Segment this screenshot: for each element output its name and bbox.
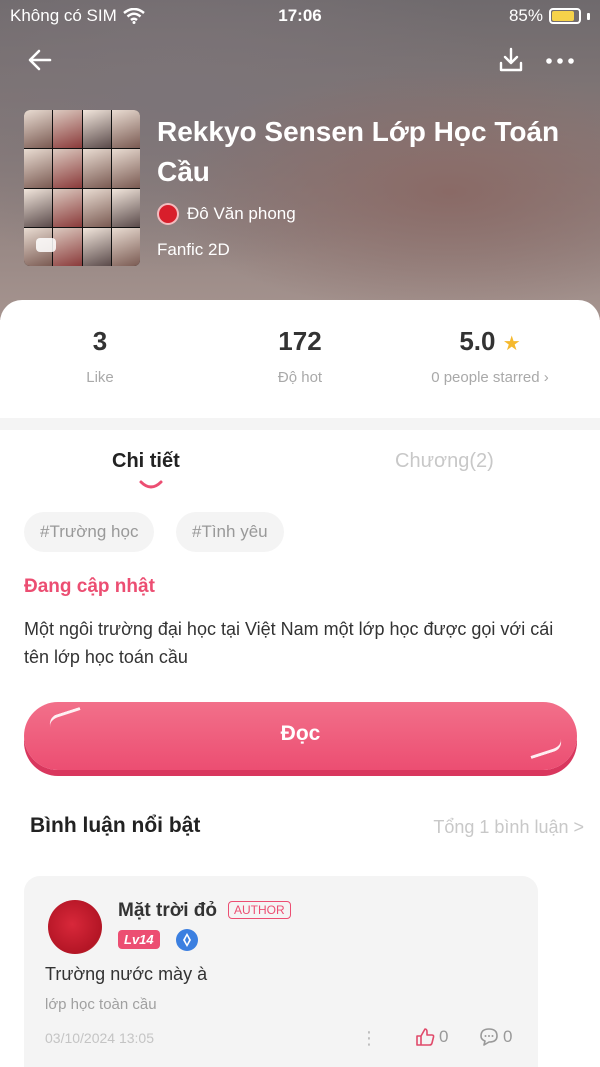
book-title: Rekkyo Sensen Lớp Học Toán Cầu xyxy=(157,116,560,187)
comment-subtext: lớp học toàn cầu xyxy=(45,996,157,1013)
comment-icon xyxy=(480,1028,498,1046)
reply-count: 0 xyxy=(503,1027,513,1046)
likes-label: Like xyxy=(86,369,114,386)
stat-hot: 172 Độ hot xyxy=(200,326,400,386)
like-button[interactable]: 0 xyxy=(414,1026,448,1048)
stat-likes: 3 Like xyxy=(0,326,200,386)
comments-heading: Bình luận nổi bật xyxy=(30,814,201,837)
comment-date: 03/10/2024 13:05 xyxy=(45,1030,154,1046)
reply-button[interactable]: 0 xyxy=(478,1026,512,1048)
download-icon[interactable] xyxy=(496,44,526,76)
update-status: Đang cập nhật xyxy=(24,576,155,597)
more-horizontal-icon[interactable] xyxy=(542,44,578,76)
book-cover[interactable] xyxy=(24,110,140,266)
likes-count: 3 xyxy=(92,326,108,356)
book-genre: Fanfic 2D xyxy=(157,240,230,259)
book-description: Một ngôi trường đại học tại Việt Nam một… xyxy=(24,619,554,667)
tag-love[interactable]: #Tình yêu xyxy=(176,512,284,552)
section-divider xyxy=(0,418,600,430)
read-button[interactable]: Đọc xyxy=(24,702,577,770)
thumbs-up-icon xyxy=(416,1028,435,1046)
author-name: Đô Văn phong xyxy=(187,204,296,223)
stats-card: 3 Like 172 Độ hot 5.0 ★ 0 people starred… xyxy=(0,300,600,418)
comment-text: Trường nước mày à xyxy=(45,964,208,984)
avatar[interactable] xyxy=(48,900,102,954)
tab-detail[interactable]: Chi tiết xyxy=(112,450,180,473)
like-count: 0 xyxy=(439,1027,449,1046)
hot-label: Độ hot xyxy=(277,369,323,386)
read-button-label: Đọc xyxy=(280,722,321,745)
author-avatar xyxy=(157,203,179,225)
level-badge: Lv14 xyxy=(118,930,160,949)
tab-indicator xyxy=(139,480,163,489)
stat-rating[interactable]: 5.0 ★ 0 people starred › xyxy=(390,326,590,386)
button-shine xyxy=(47,706,83,728)
commenter-name[interactable]: Mặt trời đỏ xyxy=(118,900,217,922)
status-bar: Không có SIM 17:06 85% xyxy=(0,0,600,32)
comments-total-link[interactable]: Tổng 1 bình luận > xyxy=(433,817,584,838)
comment-card[interactable]: Mặt trời đỏ AUTHOR Lv14 Trường nước mày … xyxy=(24,876,538,1067)
battery-fill xyxy=(552,11,575,21)
tab-chapters[interactable]: Chương(2) xyxy=(395,450,494,473)
more-vertical-icon[interactable]: ⋮ xyxy=(360,1028,378,1049)
battery-percent: 85% xyxy=(508,6,543,25)
tag-school[interactable]: #Trường học xyxy=(24,512,155,552)
rank-shield-icon xyxy=(176,929,198,951)
author-badge: AUTHOR xyxy=(228,901,291,919)
rating-value: 5.0 xyxy=(459,326,496,356)
chat-bubble-icon xyxy=(36,238,56,252)
hot-count: 172 xyxy=(278,326,322,356)
button-shine xyxy=(528,738,564,760)
star-icon: ★ xyxy=(502,333,521,355)
rating-label: 0 people starred › xyxy=(431,369,549,386)
book-header: Không có SIM 17:06 85% Rekkyo Sensen Lớp… xyxy=(0,0,600,320)
author-row[interactable]: Đô Văn phong xyxy=(157,203,296,225)
battery-icon xyxy=(549,8,581,24)
arrow-left-icon[interactable] xyxy=(24,44,56,76)
battery-status: 85% xyxy=(509,6,590,26)
rating-row: 5.0 ★ xyxy=(390,326,590,357)
battery-tip xyxy=(587,12,590,20)
